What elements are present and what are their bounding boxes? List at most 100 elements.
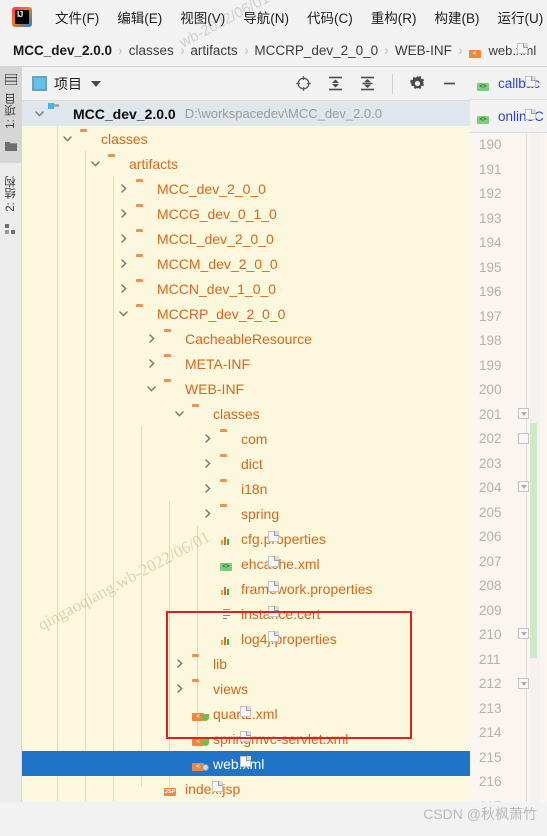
tree-node-label: META-INF (185, 355, 251, 372)
tree-node-classes[interactable]: classes (22, 126, 470, 151)
collapse-all-icon[interactable] (359, 75, 376, 92)
tree-node-framework-properties[interactable]: framework.properties (22, 576, 470, 601)
tree-node-web-xml[interactable]: < web.xml (22, 751, 470, 776)
chevron-down-icon[interactable] (89, 157, 102, 170)
chevron-right-icon[interactable] (117, 257, 130, 270)
chevron-down-icon[interactable] (61, 132, 74, 145)
menu-item-file[interactable]: 文件(F) (46, 3, 108, 31)
breadcrumb-item-webinf[interactable]: WEB-INF (395, 43, 452, 58)
chevron-down-icon[interactable] (91, 80, 101, 87)
tree-node-springmvc-servlet-xml[interactable]: < springmvc-servlet.xml (22, 726, 470, 751)
hide-panel-icon[interactable] (441, 75, 458, 92)
tree-node-classes[interactable]: classes (22, 401, 470, 426)
tree-node-spring[interactable]: spring (22, 501, 470, 526)
project-tool-window: 项目 MCC_dev_2.0.0 D:\workspacedev\MCC_dev… (22, 67, 470, 836)
breadcrumb-separator: › (458, 42, 462, 58)
breadcrumb-item-mccrp[interactable]: MCCRP_dev_2_0_0 (254, 43, 378, 58)
breadcrumb-item-classes[interactable]: classes (129, 43, 174, 58)
properties-file-icon (220, 631, 279, 646)
tree-node-cacheableresource[interactable]: CacheableResource (22, 326, 470, 351)
menu-item-view[interactable]: 视图(V) (171, 3, 234, 31)
chevron-right-icon[interactable] (201, 507, 214, 520)
folder-icon (220, 432, 236, 446)
line-number: 208 (479, 578, 502, 593)
menu-item-run[interactable]: 运行(U) (489, 3, 547, 31)
chevron-down-icon[interactable] (117, 307, 130, 320)
folder-icon (220, 482, 236, 496)
gear-icon[interactable] (409, 75, 426, 92)
tree-node-index-jsp[interactable]: JSPindex.jsp (22, 776, 470, 801)
project-panel-title-group[interactable]: 项目 (22, 74, 101, 94)
chevron-right-icon[interactable] (117, 232, 130, 245)
tree-node-artifacts[interactable]: artifacts (22, 151, 470, 176)
chevron-right-icon[interactable] (201, 432, 214, 445)
menu-item-build[interactable]: 构建(B) (426, 3, 489, 31)
tree-node-ehcache-xml[interactable]: <> ehcache.xml (22, 551, 470, 576)
tree-node-mccl-dev-2-0-0[interactable]: MCCL_dev_2_0_0 (22, 226, 470, 251)
tree-node-label: classes (101, 130, 148, 147)
chevron-right-icon[interactable] (145, 357, 158, 370)
tree-node-instance-cert[interactable]: instance.cert (22, 601, 470, 626)
chevron-right-icon[interactable] (145, 332, 158, 345)
breadcrumb-item-project[interactable]: MCC_dev_2.0.0 (13, 43, 112, 58)
xml-file-icon: <> (477, 108, 536, 124)
sidebar-item-structure[interactable]: 2: 结构 (0, 163, 22, 255)
tree-node-com[interactable]: com (22, 426, 470, 451)
chevron-right-icon[interactable] (173, 682, 186, 695)
expand-all-icon[interactable] (327, 75, 344, 92)
line-number: 213 (479, 700, 502, 716)
line-number: 203 (479, 455, 502, 471)
page-title: 项目 (54, 75, 82, 92)
tree-node-dict[interactable]: dict (22, 451, 470, 476)
chevron-right-icon[interactable] (117, 182, 130, 195)
chevron-right-icon[interactable] (201, 482, 214, 495)
editor-gutter[interactable]: 190 191 192 193 194 195 196 197 198 199 200 201 202 2… (470, 133, 547, 836)
line-number: 190 (479, 137, 502, 152)
sidebar-item-project[interactable]: 1: 项目 (0, 67, 22, 163)
tree-node-label: log4j.properties (241, 630, 337, 647)
tree-node-mccm-dev-2-0-0[interactable]: MCCM_dev_2_0_0 (22, 251, 470, 276)
editor-tab-onlinec[interactable]: <> onlineC (470, 100, 547, 133)
line-number: 215 (479, 749, 502, 765)
menu-item-code[interactable]: 代码(C) (298, 3, 362, 31)
tree-node-i18n[interactable]: i18n (22, 476, 470, 501)
properties-file-icon (220, 531, 279, 546)
properties-file-icon (220, 581, 279, 596)
locate-in-tree-icon[interactable] (295, 75, 312, 92)
tree-node-log4j-properties[interactable]: log4j.properties (22, 626, 470, 651)
chevron-down-icon[interactable] (145, 382, 158, 395)
chevron-right-icon[interactable] (117, 207, 130, 220)
breadcrumb-separator: › (244, 42, 248, 58)
chevron-right-icon[interactable] (173, 657, 186, 670)
breadcrumb-item-artifacts[interactable]: artifacts (190, 43, 237, 58)
tree-node-mccn-dev-1-0-0[interactable]: MCCN_dev_1_0_0 (22, 276, 470, 301)
tree-node-cfg-properties[interactable]: cfg.properties (22, 526, 470, 551)
breadcrumb-separator: › (384, 42, 389, 58)
tree-node-mccrp-dev-2-0-0[interactable]: MCCRP_dev_2_0_0 (22, 301, 470, 326)
chevron-right-icon[interactable] (117, 282, 130, 295)
project-panel-toolbar (295, 73, 470, 94)
editor-tab-callback[interactable]: <> callbac (470, 67, 547, 100)
tree-node-mcc-dev-2-0-0[interactable]: MCC_dev_2.0.0 D:\workspacedev\MCC_dev_2.0… (22, 101, 470, 126)
web-xml-file-icon: < (468, 42, 528, 58)
tree-node-meta-inf[interactable]: META-INF (22, 351, 470, 376)
chevron-down-icon[interactable] (33, 107, 46, 120)
breadcrumb-item-file[interactable]: < web.xml (468, 42, 536, 58)
tree-node-mccg-dev-0-1-0[interactable]: MCCG_dev_0_1_0 (22, 201, 470, 226)
folder-icon (192, 657, 208, 671)
menu-item-edit[interactable]: 编辑(E) (108, 3, 171, 31)
menu-item-refactor[interactable]: 重构(R) (362, 3, 426, 31)
tree-node-views[interactable]: views (22, 676, 470, 701)
chevron-down-icon[interactable] (173, 407, 186, 420)
line-number: 201 (479, 406, 502, 422)
project-tree[interactable]: MCC_dev_2.0.0 D:\workspacedev\MCC_dev_2.0… (22, 101, 470, 836)
tree-node-lib[interactable]: lib (22, 651, 470, 676)
chevron-right-icon[interactable] (201, 457, 214, 470)
folder-icon (164, 357, 180, 371)
xml-file-icon: <> (477, 75, 536, 91)
tree-node-web-inf[interactable]: WEB-INF (22, 376, 470, 401)
tree-node-mcc-dev-2-0-0[interactable]: MCC_dev_2_0_0 (22, 176, 470, 201)
tree-node-quartz-xml[interactable]: <quartz.xml (22, 701, 470, 726)
line-number: 212 (479, 676, 502, 691)
menu-item-navigate[interactable]: 导航(N) (234, 3, 298, 31)
